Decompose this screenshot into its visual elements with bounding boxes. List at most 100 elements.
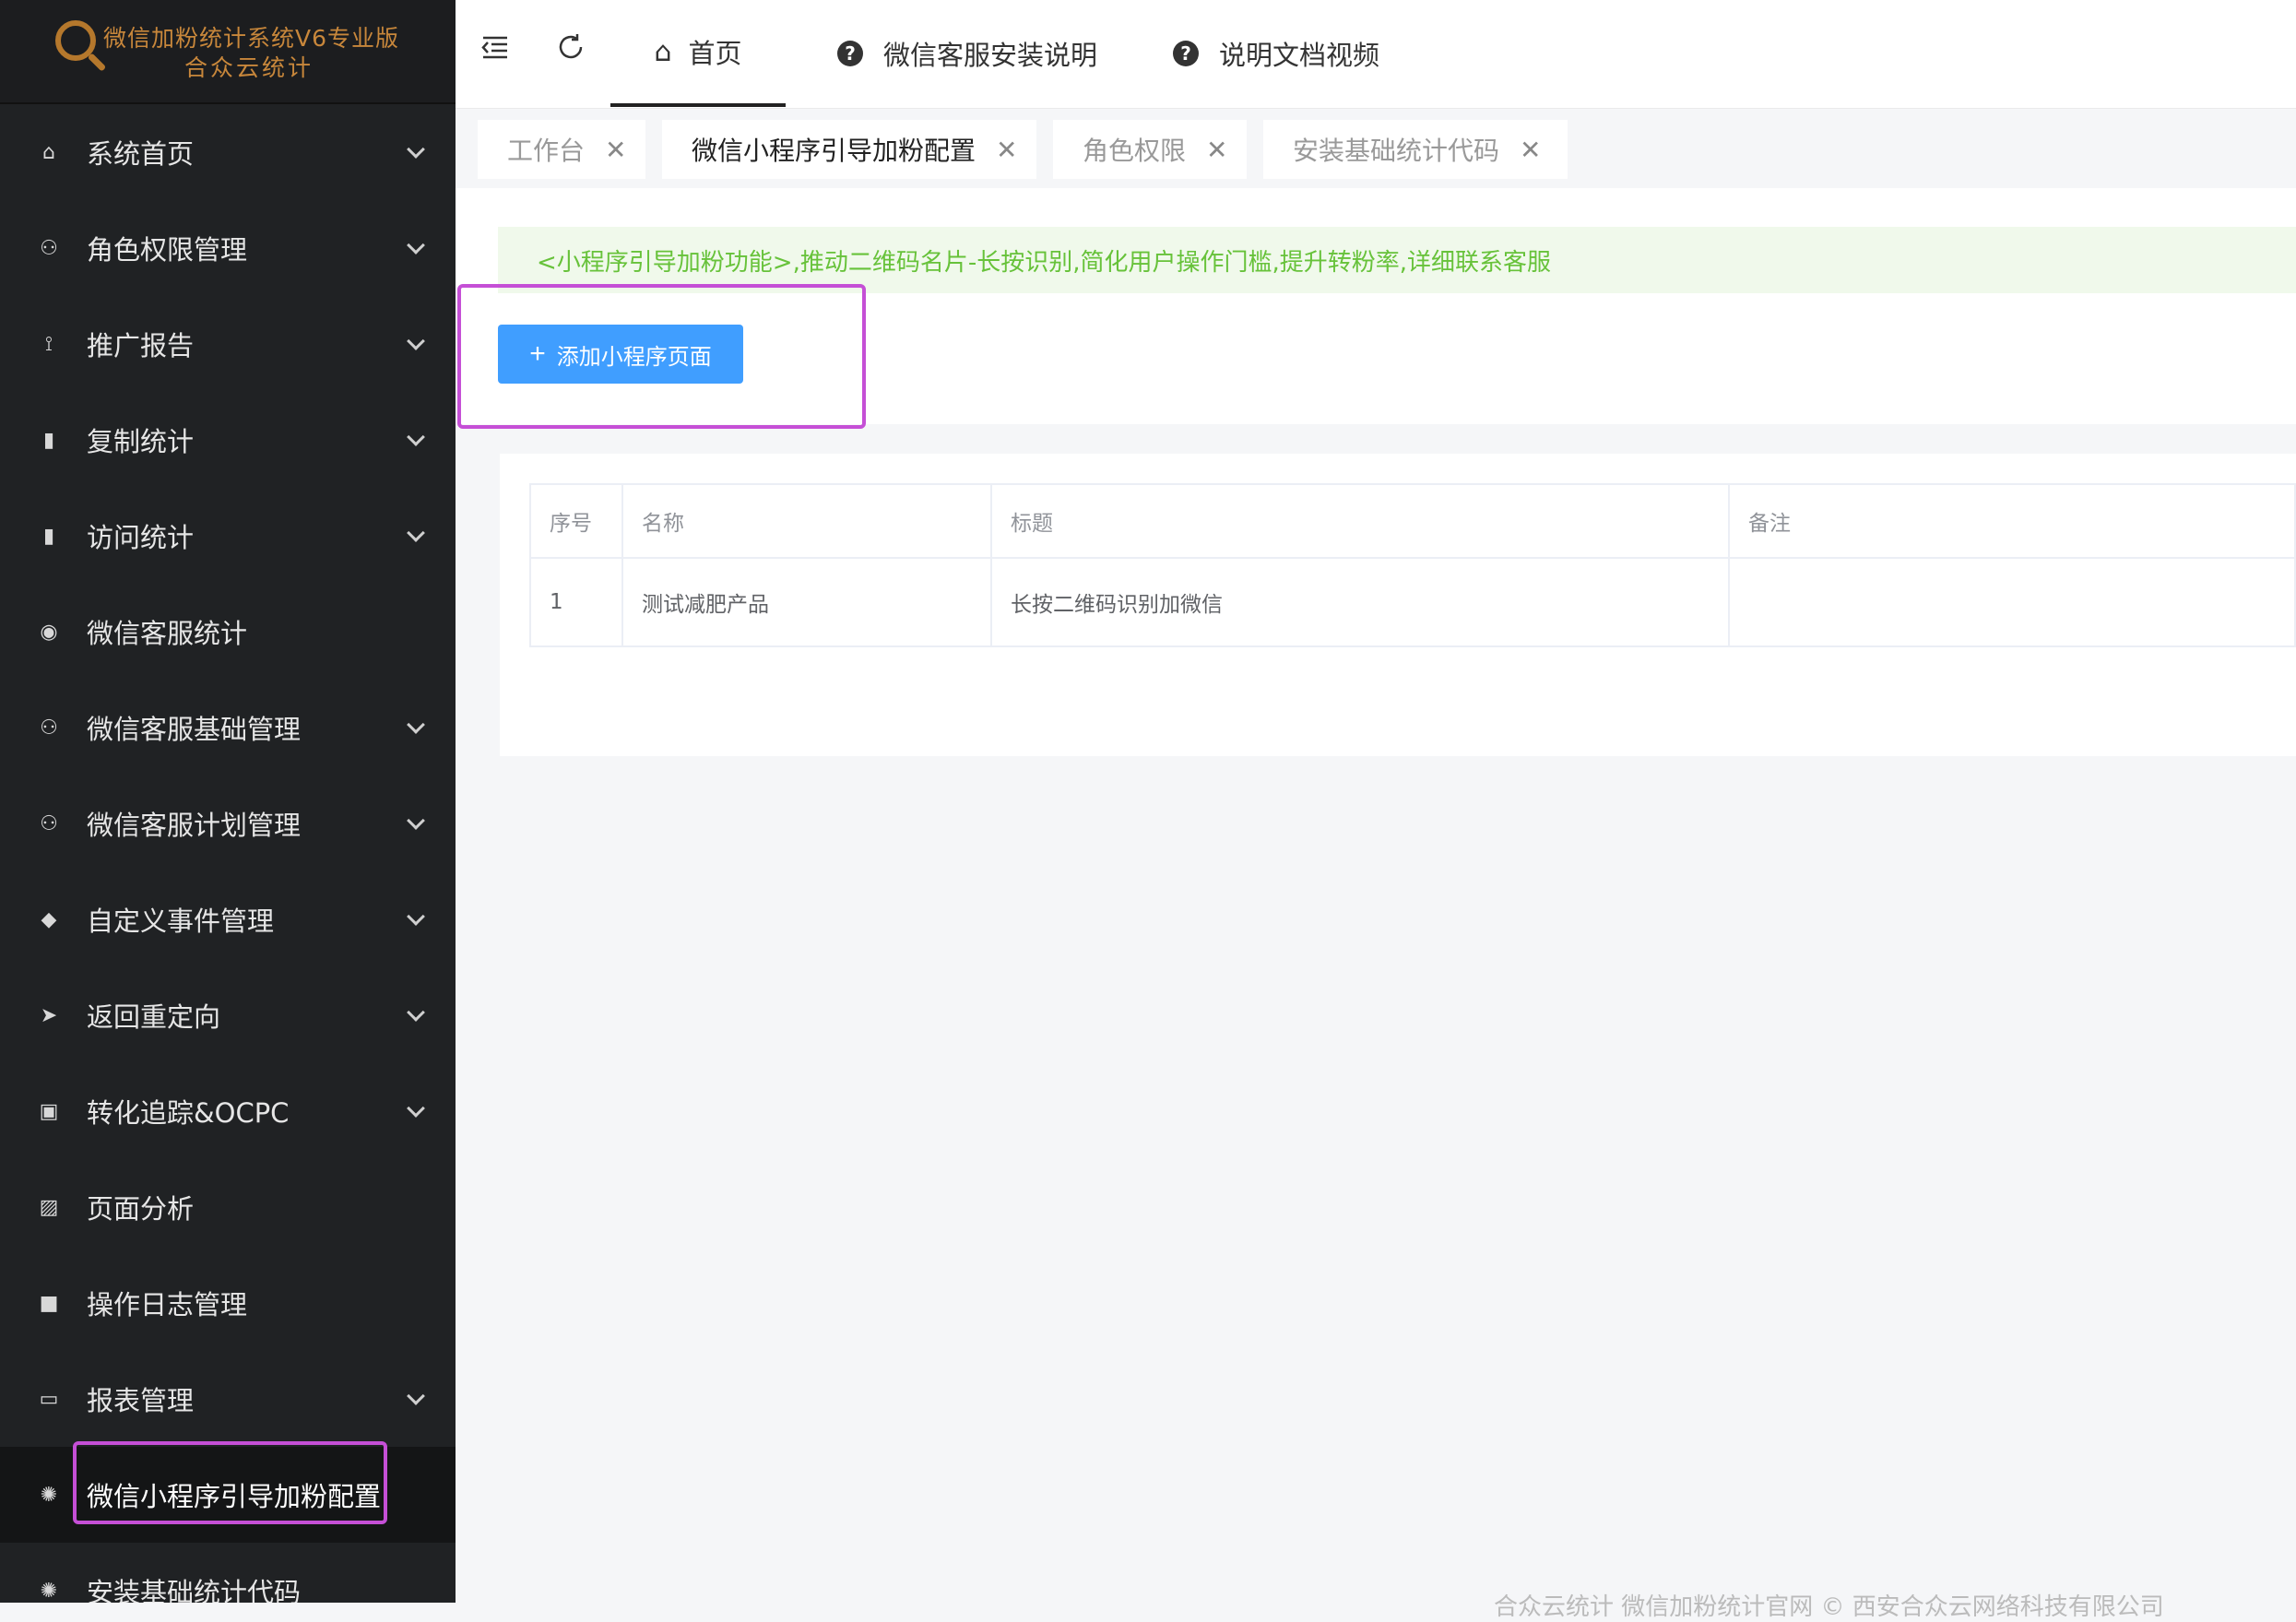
tab-install-guide-label: 微信客服安装说明 [883, 40, 1098, 71]
group-icon: ⚇ [40, 811, 58, 835]
gear-icon: ✺ [40, 1483, 58, 1507]
page-tab-role-permissions[interactable]: 角色权限 ✕ [1053, 120, 1247, 179]
chevron-down-icon [407, 428, 425, 446]
sidebar-item-13[interactable]: ▭ 报表管理 [0, 1351, 456, 1447]
chevron-down-icon [407, 907, 425, 926]
sidebar-item-14[interactable]: ✺ 微信小程序引导加粉配置 [0, 1447, 456, 1543]
refresh-icon[interactable] [555, 31, 586, 63]
tab-home-label: 首页 [688, 38, 742, 69]
cell-remark [1728, 557, 2296, 647]
sidebar-item-label: 访问统计 [87, 522, 195, 553]
chevron-down-icon [407, 1387, 425, 1405]
video-icon: ■ [39, 1291, 59, 1315]
question-icon: ? [1173, 41, 1199, 66]
sidebar-item-5[interactable]: ◉ 微信客服统计 [0, 584, 456, 680]
bar-chart-icon: ▮ [42, 428, 55, 452]
col-header-remark: 备注 [1728, 483, 2296, 559]
send-icon: ➤ [40, 1003, 58, 1027]
info-notice: <小程序引导加粉功能>,推动二维码名片-长按识别,简化用户操作门槛,提升转粉率,… [498, 227, 2296, 293]
chart-picture-icon: ▨ [39, 1195, 59, 1219]
tab-install-guide[interactable]: ? 微信客服安装说明 [837, 0, 1097, 107]
sidebar-item-label: 转化追踪&OCPC [87, 1097, 290, 1129]
sidebar-item-label: 推广报告 [87, 330, 195, 361]
sidebar-item-0[interactable]: ⌂ 系统首页 [0, 104, 456, 200]
plus-icon: + [529, 338, 546, 369]
add-button-label: 添加小程序页面 [556, 344, 712, 370]
add-miniprogram-page-button[interactable]: + 添加小程序页面 [498, 325, 743, 384]
cell-name: 测试减肥产品 [621, 557, 992, 647]
cell-title: 长按二维码识别加微信 [990, 557, 1730, 647]
page-tab-label: 微信小程序引导加粉配置 [692, 136, 976, 166]
sidebar-item-label: 微信小程序引导加粉配置 [87, 1481, 382, 1512]
sidebar-item-label: 微信客服统计 [87, 618, 248, 649]
question-icon: ? [837, 41, 863, 66]
chevron-down-icon [407, 1099, 425, 1118]
toolbar-card: <小程序引导加粉功能>,推动二维码名片-长按识别,简化用户操作门槛,提升转粉率,… [456, 188, 2296, 424]
home-icon: ⌂ [654, 35, 672, 68]
close-icon[interactable]: ✕ [605, 135, 626, 165]
chevron-down-icon [407, 332, 425, 350]
sidebar-item-label: 操作日志管理 [87, 1289, 248, 1320]
sidebar-item-10[interactable]: ▣ 转化追踪&OCPC [0, 1063, 456, 1159]
sidebar-item-label: 返回重定向 [87, 1001, 221, 1033]
user-circle-icon: ◉ [40, 620, 58, 644]
sidebar-item-label: 微信客服基础管理 [87, 714, 302, 745]
tab-home[interactable]: ⌂ 首页 [610, 0, 786, 107]
sidebar-item-label: 页面分析 [87, 1193, 195, 1225]
sidebar-item-label: 角色权限管理 [87, 234, 248, 266]
sidebar-item-15[interactable]: ✺ 安装基础统计代码 [0, 1543, 456, 1603]
sidebar-menu: ⌂ 系统首页 ⚇ 角色权限管理 ⟟ 推广报告 ▮ 复制统计 ▮ 访问统计 ◉ 微信客服统计 ⚇ 微信客服基… [0, 104, 456, 1603]
sidebar-item-label: 自定义事件管理 [87, 906, 275, 937]
table-row[interactable]: 1 测试减肥产品 长按二维码识别加微信 [529, 557, 2296, 647]
chevron-down-icon [407, 716, 425, 734]
magnifier-handle [87, 53, 107, 72]
sidebar-item-label: 微信客服计划管理 [87, 810, 302, 841]
sidebar: 微信加粉统计系统V6专业版 合众云统计 ⌂ 系统首页 ⚇ 角色权限管理 ⟟ 推广报告 ▮ 复制… [0, 0, 456, 1603]
close-icon[interactable]: ✕ [1206, 135, 1227, 165]
page-tab-label: 安装基础统计代码 [1293, 136, 1500, 166]
page-tab-label: 角色权限 [1083, 136, 1187, 166]
logo-title: 微信加粉统计系统V6专业版 [103, 25, 400, 52]
sidebar-item-8[interactable]: ◆ 自定义事件管理 [0, 871, 456, 967]
user-add-icon: ⚇ [40, 236, 58, 260]
sidebar-item-9[interactable]: ➤ 返回重定向 [0, 967, 456, 1063]
sidebar-item-11[interactable]: ▨ 页面分析 [0, 1159, 456, 1255]
chevron-down-icon [407, 1003, 425, 1022]
sidebar-item-3[interactable]: ▮ 复制统计 [0, 392, 456, 488]
tab-doc-video[interactable]: ? 说明文档视频 [1173, 0, 1379, 107]
card-icon: ▭ [39, 1387, 59, 1411]
stats-icon: ▮ [42, 524, 55, 548]
route-icon: ⟟ [44, 332, 53, 356]
page-tab-workbench[interactable]: 工作台 ✕ [478, 120, 645, 179]
footer-text: 合众云统计 微信加粉统计官网 © 西安合众云网络科技有限公司 [1494, 1593, 2164, 1621]
close-icon[interactable]: ✕ [996, 135, 1017, 165]
chevron-down-icon [407, 811, 425, 830]
sidebar-item-12[interactable]: ■ 操作日志管理 [0, 1255, 456, 1351]
chevron-down-icon [407, 140, 425, 159]
sidebar-item-1[interactable]: ⚇ 角色权限管理 [0, 200, 456, 296]
sidebar-item-label: 复制统计 [87, 426, 195, 457]
cell-index: 1 [529, 557, 623, 647]
sidebar-item-label: 报表管理 [87, 1385, 195, 1416]
sidebar-item-label: 安装基础统计代码 [87, 1577, 302, 1603]
col-header-title: 标题 [990, 483, 1730, 559]
sidebar-item-7[interactable]: ⚇ 微信客服计划管理 [0, 775, 456, 871]
page-tabs-bar: 工作台 ✕ 微信小程序引导加粉配置 ✕ 角色权限 ✕ 安装基础统计代码 ✕ [456, 109, 2296, 188]
page-tab-install-code[interactable]: 安装基础统计代码 ✕ [1263, 120, 1568, 179]
top-bar: ⌂ 首页 ? 微信客服安装说明 ? 说明文档视频 [456, 0, 2296, 109]
close-icon[interactable]: ✕ [1520, 135, 1541, 165]
collapse-menu-icon[interactable] [479, 31, 511, 63]
home-icon: ⌂ [42, 140, 55, 164]
sidebar-item-2[interactable]: ⟟ 推广报告 [0, 296, 456, 392]
inbox-icon: ▣ [39, 1099, 59, 1123]
table-header-row: 序号 名称 标题 备注 [529, 483, 2296, 559]
gear-icon: ✺ [40, 1579, 58, 1603]
page-tab-miniprogram-config[interactable]: 微信小程序引导加粉配置 ✕ [662, 120, 1036, 179]
users-icon: ⚇ [40, 716, 58, 740]
chevron-down-icon [407, 524, 425, 542]
logo: 微信加粉统计系统V6专业版 合众云统计 [0, 0, 456, 104]
sidebar-item-4[interactable]: ▮ 访问统计 [0, 488, 456, 584]
sidebar-item-6[interactable]: ⚇ 微信客服基础管理 [0, 680, 456, 775]
data-table: 序号 名称 标题 备注 1 测试减肥产品 长按二维码识别加微信 [529, 483, 2296, 647]
logo-subtitle: 合众云统计 [184, 54, 314, 81]
